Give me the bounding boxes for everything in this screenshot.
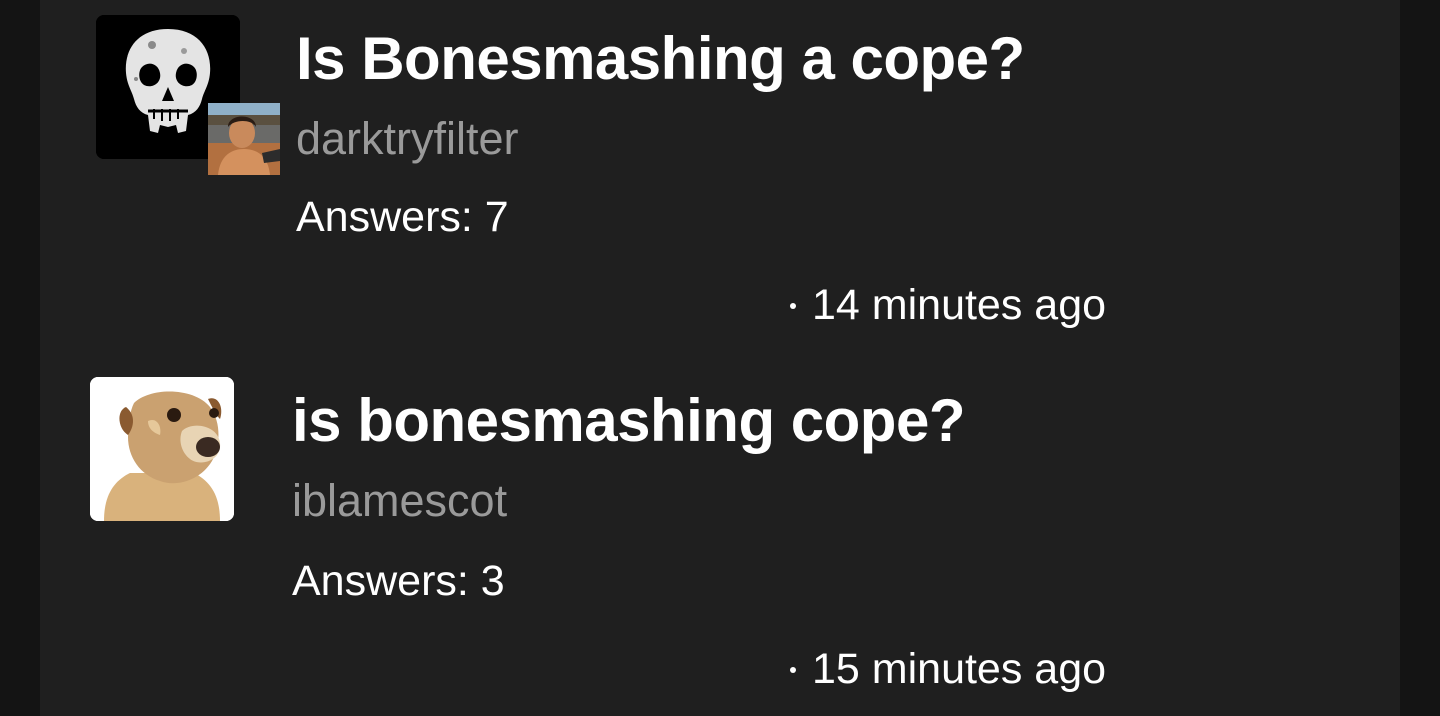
author-username[interactable]: darktryfilter	[296, 113, 519, 165]
answer-count: Answers: 3	[292, 557, 505, 605]
question-feed: Is Bonesmashing a cope? darktryfilter An…	[40, 0, 1400, 716]
person-photo-icon	[208, 103, 280, 175]
timestamp: 15 minutes ago	[790, 644, 1106, 694]
left-gutter	[0, 0, 40, 716]
timestamp: 14 minutes ago	[790, 280, 1106, 330]
separator-dot	[790, 666, 796, 673]
secondary-avatar[interactable]	[208, 103, 280, 175]
dog-icon	[90, 377, 234, 521]
question-title[interactable]: is bonesmashing cope?	[292, 386, 965, 456]
time-ago-label: 15 minutes ago	[812, 645, 1107, 693]
answer-count: Answers: 7	[296, 193, 509, 241]
separator-dot	[790, 302, 796, 309]
author-username[interactable]: iblamescot	[292, 475, 507, 527]
time-ago-label: 14 minutes ago	[812, 281, 1107, 329]
dog-avatar[interactable]	[90, 377, 234, 521]
question-title[interactable]: Is Bonesmashing a cope?	[296, 24, 1025, 94]
right-gutter	[1400, 0, 1440, 716]
